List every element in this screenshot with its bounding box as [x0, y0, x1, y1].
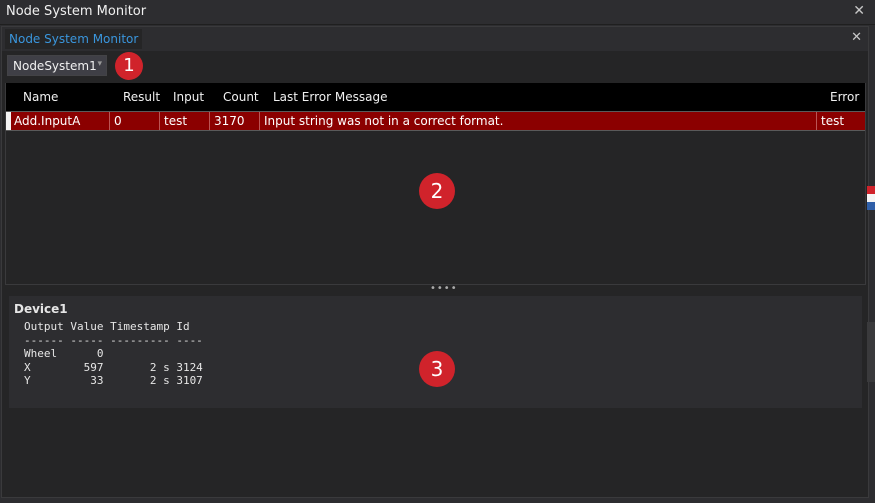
callout-badge-2: 2 [419, 173, 455, 209]
callout-badge-3: 3 [419, 351, 455, 387]
column-divider [816, 112, 817, 130]
node-system-selected: NodeSystem1 [13, 59, 97, 73]
cell-result: 0 [114, 114, 122, 128]
row-selection-marker [6, 112, 11, 130]
cell-name: Add.InputA [14, 114, 81, 128]
column-header-result[interactable]: Result [123, 90, 160, 104]
background-window-edge [867, 322, 875, 382]
column-divider [159, 112, 160, 130]
chevron-down-icon: ▾ [97, 59, 102, 69]
column-header-name[interactable]: Name [23, 90, 58, 104]
cell-last-error-message: Input string was not in a correct format… [264, 114, 504, 128]
window-title: Node System Monitor [6, 4, 147, 19]
column-header-last-error-message[interactable]: Last Error Message [273, 90, 387, 104]
column-header-error[interactable]: Error [830, 90, 859, 104]
column-divider [259, 112, 260, 130]
column-divider [209, 112, 210, 130]
column-divider [109, 112, 110, 130]
cell-input: test [164, 114, 188, 128]
tab-strip: Node System Monitor ✕ [2, 27, 868, 51]
column-header-input[interactable]: Input [173, 90, 204, 104]
grid-header: Name Result Input Count Last Error Messa… [6, 83, 865, 111]
window-close-icon[interactable]: ✕ [853, 3, 865, 19]
background-window-edge [867, 186, 875, 210]
tab-node-system-monitor[interactable]: Node System Monitor [5, 29, 143, 49]
window-titlebar: Node System Monitor ✕ [0, 0, 875, 25]
device-output-table: Output Value Timestamp Id ------ ----- -… [24, 320, 203, 387]
node-system-dropdown[interactable]: NodeSystem1 ▾ [7, 55, 107, 76]
tab-close-icon[interactable]: ✕ [851, 30, 862, 45]
splitter-handle[interactable]: •••• [430, 283, 458, 294]
callout-badge-1: 1 [115, 52, 143, 80]
cell-error: test [821, 114, 845, 128]
cell-count: 3170 [214, 114, 245, 128]
table-row[interactable]: Add.InputA 0 test 3170 Input string was … [6, 111, 865, 131]
column-header-count[interactable]: Count [223, 90, 259, 104]
device-title: Device1 [14, 302, 68, 316]
